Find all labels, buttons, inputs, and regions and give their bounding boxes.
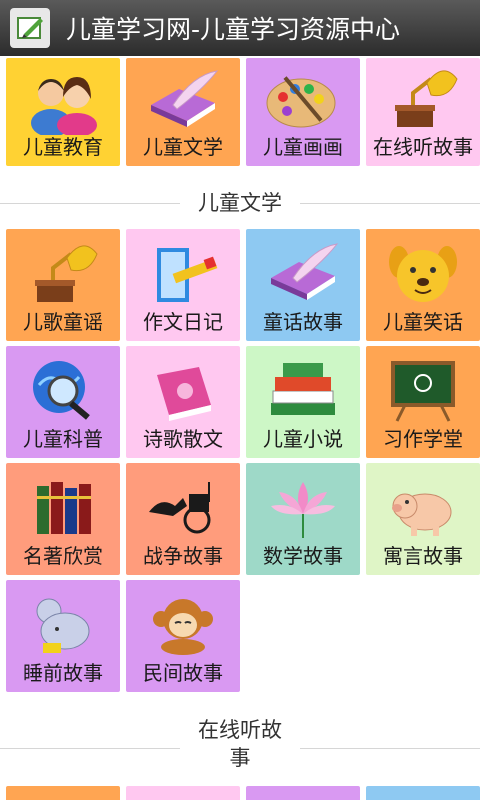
tile-label: 民间故事	[143, 661, 223, 685]
tile-listen-story[interactable]: 在线听故事	[366, 58, 480, 166]
tile-drawing[interactable]: 儿童画画	[246, 58, 360, 166]
tile-writing-class[interactable]: 习作学堂	[366, 346, 480, 458]
section-title-line1: 在线听故	[198, 718, 282, 742]
tile-label: 儿童小说	[263, 427, 343, 451]
lotus-icon	[246, 469, 360, 545]
tile-war-stories[interactable]: 战争故事	[126, 463, 240, 575]
gramophone-icon	[366, 62, 480, 138]
tile-label: 寓言故事	[383, 544, 463, 568]
tile-partial[interactable]	[126, 786, 240, 800]
books-shelf-icon	[6, 469, 120, 545]
tile-label: 儿童文学	[143, 135, 223, 159]
gramophone-icon	[6, 235, 120, 311]
tile-label: 战争故事	[143, 544, 223, 568]
tile-label: 诗歌散文	[143, 427, 223, 451]
section-header-listen: 在线听故 事	[0, 716, 480, 772]
tile-composition-diary[interactable]: 作文日记	[126, 229, 240, 341]
parents-icon	[6, 62, 120, 138]
tile-label: 儿童科普	[23, 427, 103, 451]
book-quill-icon	[126, 62, 240, 138]
tile-label: 在线听故事	[373, 135, 473, 159]
app-logo-icon	[10, 8, 50, 48]
tile-jokes[interactable]: 儿童笑话	[366, 229, 480, 341]
book-stack-icon	[246, 352, 360, 428]
section-title: 在线听故 事	[180, 716, 300, 772]
pig-icon	[366, 469, 480, 545]
tile-science[interactable]: 儿童科普	[6, 346, 120, 458]
mouse-icon	[6, 586, 120, 662]
section-title-line2: 事	[229, 746, 251, 770]
tile-label: 睡前故事	[23, 661, 103, 685]
tile-classics[interactable]: 名著欣赏	[6, 463, 120, 575]
pink-book-icon	[126, 352, 240, 428]
tile-label: 作文日记	[143, 310, 223, 334]
tile-poetry-prose[interactable]: 诗歌散文	[126, 346, 240, 458]
book-quill-icon	[246, 235, 360, 311]
monkey-icon	[126, 586, 240, 662]
chariot-icon	[126, 469, 240, 545]
globe-magnifier-icon	[6, 352, 120, 428]
tile-label: 习作学堂	[383, 427, 463, 451]
tile-partial[interactable]	[366, 786, 480, 800]
tile-label: 童话故事	[263, 310, 343, 334]
app-title: 儿童学习网-儿童学习资源中心	[66, 15, 401, 44]
tile-label: 名著欣赏	[23, 544, 103, 568]
section-header-literature: 儿童文学	[0, 187, 480, 217]
scroll-pencil-icon	[126, 235, 240, 311]
tile-bedtime-stories[interactable]: 睡前故事	[6, 580, 120, 692]
tile-literature[interactable]: 儿童文学	[126, 58, 240, 166]
tile-nursery-rhymes[interactable]: 儿歌童谣	[6, 229, 120, 341]
tile-partial[interactable]	[6, 786, 120, 800]
tile-label: 儿童笑话	[383, 310, 463, 334]
title-bar: 儿童学习网-儿童学习资源中心	[0, 0, 480, 56]
dog-face-icon	[366, 235, 480, 311]
tile-fairy-tales[interactable]: 童话故事	[246, 229, 360, 341]
tile-novels[interactable]: 儿童小说	[246, 346, 360, 458]
main-content[interactable]: 儿童教育 儿童文学 儿童画画 在线听故事 儿童文学 儿歌童谣 作文日记 童话故事…	[0, 56, 480, 800]
tile-partial[interactable]	[246, 786, 360, 800]
tile-label: 儿歌童谣	[23, 310, 103, 334]
tile-education[interactable]: 儿童教育	[6, 58, 120, 166]
section-title: 儿童文学	[180, 187, 300, 217]
tile-math-stories[interactable]: 数学故事	[246, 463, 360, 575]
tile-label: 儿童画画	[263, 135, 343, 159]
tile-fables[interactable]: 寓言故事	[366, 463, 480, 575]
tile-folk-tales[interactable]: 民间故事	[126, 580, 240, 692]
chalkboard-icon	[366, 352, 480, 428]
tile-label: 儿童教育	[23, 135, 103, 159]
tile-label: 数学故事	[263, 544, 343, 568]
palette-icon	[246, 62, 360, 138]
